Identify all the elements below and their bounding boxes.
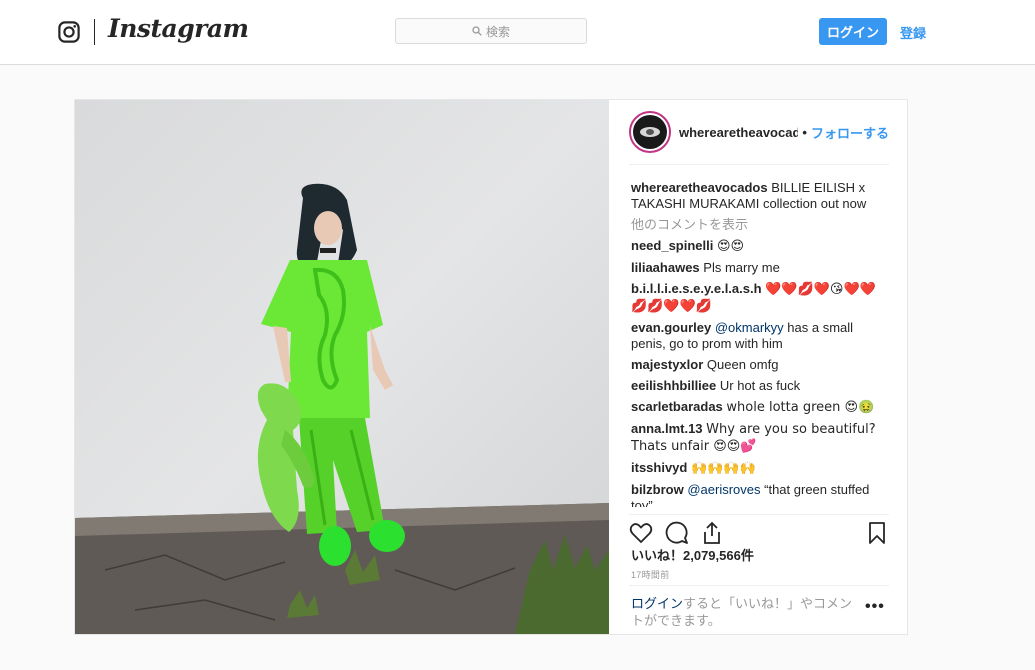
instagram-glyph-icon[interactable] (58, 21, 80, 43)
logo-divider (94, 19, 95, 45)
comment-username[interactable]: evan.gourley (631, 320, 711, 335)
avocado-logo-icon (640, 127, 660, 137)
comment-text: Queen omfg (706, 357, 779, 372)
like-count[interactable]: いいね！2,079,566件 (631, 545, 754, 564)
comment-item: eeilishhbilliee Ur hot as fuck (631, 378, 891, 394)
signup-link[interactable]: 登録 (900, 23, 926, 42)
comment-username[interactable]: itsshivyd (631, 460, 687, 475)
comment-username[interactable]: liliaahawes (631, 260, 700, 275)
comment-username[interactable]: scarletbaradas (631, 399, 723, 414)
avatar[interactable] (629, 111, 671, 153)
comment-username[interactable]: bilzbrow (631, 482, 684, 497)
header-username[interactable]: wherearetheavocados (679, 125, 798, 140)
load-more-comments[interactable]: 他のコメントを表示 (631, 217, 891, 233)
instagram-wordmark[interactable]: Instagram (108, 14, 249, 43)
comment-item: majestyxlor Queen omfg (631, 357, 891, 373)
comment-username[interactable]: majestyxlor (631, 357, 703, 372)
post-sidebar: wherearetheavocados • フォローする wherearethe… (609, 100, 908, 634)
comment-username[interactable]: eeilishhbilliee (631, 378, 716, 393)
comment-item: anna.lmt.13 Why are you so beautiful? Th… (631, 421, 891, 455)
login-prompt-text: ログインすると「いいね！」やコメントができます。 (631, 595, 861, 629)
comment-icon[interactable] (665, 521, 689, 545)
comment-item: scarletbaradas whole lotta green 😍🤢 (631, 399, 891, 416)
search-placeholder: 検索 (485, 24, 510, 39)
comment-text: Ur hot as fuck (719, 378, 801, 393)
post-card: wherearetheavocados • フォローする wherearethe… (74, 99, 908, 635)
comments-list: wherearetheavocados BILLIE EILISH x TAKA… (631, 180, 891, 507)
comment-text: whole lotta green 😍🤢 (726, 400, 875, 415)
more-options-icon[interactable]: ••• (865, 598, 885, 616)
comment-item: b.i.l.l.i.e.s.e.y.e.l.a.s.h ❤️❤️💋❤️😘❤️❤️… (631, 281, 891, 315)
comment-username[interactable]: b.i.l.l.i.e.s.e.y.e.l.a.s.h (631, 281, 762, 296)
comment-username[interactable]: anna.lmt.13 (631, 421, 703, 436)
login-prompt: ログインすると「いいね！」やコメントができます。 ••• (629, 585, 889, 634)
bookmark-icon[interactable] (865, 521, 889, 545)
heart-icon[interactable] (629, 521, 653, 545)
comment-item: evan.gourley @okmarkyy has a small penis… (631, 320, 891, 352)
comment-username[interactable]: need_spinelli (631, 238, 713, 253)
search-input[interactable]: 検索 (395, 18, 587, 44)
login-button[interactable]: ログイン (819, 18, 887, 45)
login-prompt-link[interactable]: ログイン (631, 596, 683, 611)
comment-mention[interactable]: @aerisroves (687, 482, 760, 497)
comment-mention[interactable]: @okmarkyy (715, 320, 784, 335)
caption: wherearetheavocados BILLIE EILISH x TAKA… (631, 180, 891, 212)
comment-text: Pls marry me (703, 260, 780, 275)
comment-item: need_spinelli 😍😍 (631, 238, 891, 255)
action-bar (629, 514, 889, 544)
comment-text: 😍😍 (717, 239, 745, 254)
search-icon (472, 26, 482, 36)
post-timestamp: 17時間前 (631, 570, 670, 580)
comment-item: liliaahawes Pls marry me (631, 260, 891, 276)
follow-button[interactable]: フォローする (811, 123, 889, 142)
caption-username[interactable]: wherearetheavocados (631, 180, 768, 195)
post-photo[interactable] (75, 100, 609, 634)
separator-dot: • (802, 124, 807, 140)
post-header: wherearetheavocados • フォローする (629, 100, 889, 165)
avatar-image (633, 115, 667, 149)
comment-item: itsshivyd 🙌🙌🙌🙌 (631, 460, 891, 477)
comment-text: 🙌🙌🙌🙌 (690, 461, 756, 476)
comment-item: bilzbrow @aerisroves “that green stuffed… (631, 482, 891, 507)
top-navigation-bar: Instagram 検索 ログイン 登録 (0, 0, 1035, 65)
share-icon[interactable] (700, 521, 724, 545)
